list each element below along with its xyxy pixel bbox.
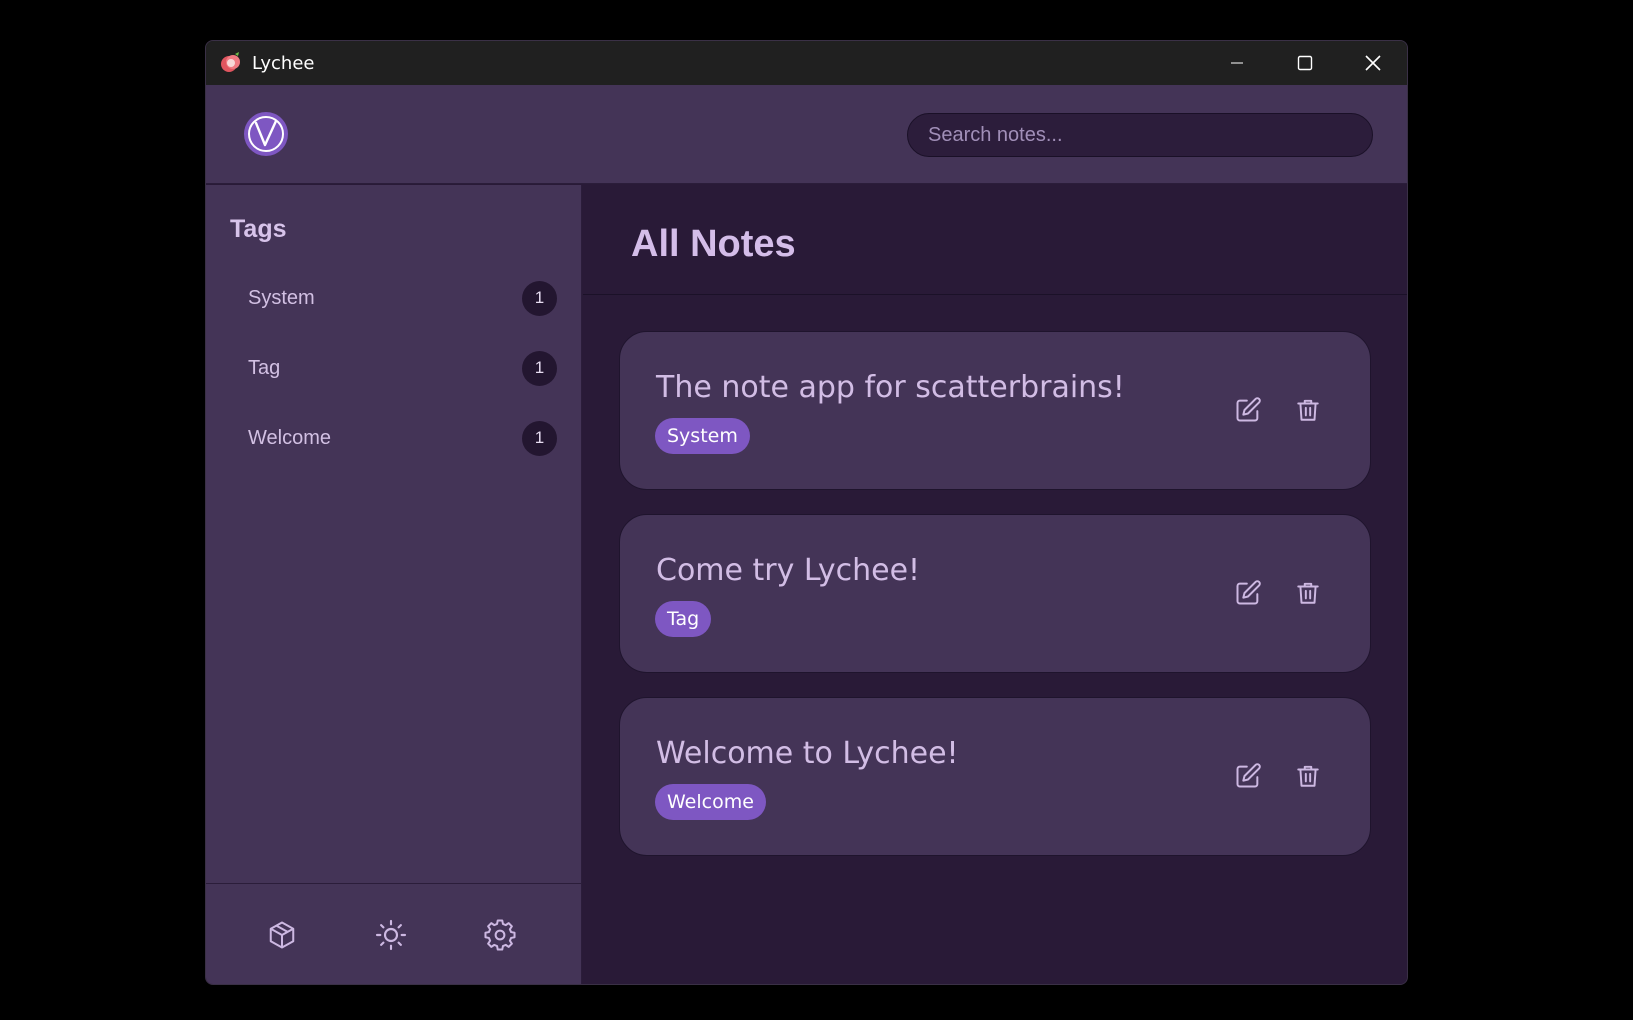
lychee-logo[interactable]: [243, 111, 289, 157]
note-card[interactable]: Come try Lychee! Tag: [619, 514, 1371, 673]
app-header: [206, 85, 1407, 184]
note-card[interactable]: Welcome to Lychee! Welcome: [619, 697, 1371, 856]
notes-list: The note app for scatterbrains! System C…: [619, 331, 1371, 880]
minimize-icon: [1231, 62, 1243, 64]
delete-note-button[interactable]: [1292, 760, 1324, 792]
main-content: All Notes The note app for scatterbrains…: [583, 185, 1407, 984]
lychee-fruit-icon: [218, 50, 244, 76]
edit-note-button[interactable]: [1232, 760, 1264, 792]
note-tag-badge[interactable]: Welcome: [655, 784, 766, 820]
edit-icon: [1236, 580, 1261, 605]
title-bar[interactable]: Lychee: [206, 41, 1407, 85]
close-icon: [1365, 55, 1381, 71]
edit-icon: [1236, 397, 1261, 422]
sidebar-footer: [206, 883, 581, 984]
search-input[interactable]: [907, 113, 1373, 157]
note-tag-badge[interactable]: Tag: [655, 601, 712, 637]
tag-count-badge: 1: [522, 350, 557, 386]
edit-note-button[interactable]: [1232, 577, 1264, 609]
package-button[interactable]: [264, 917, 300, 953]
sidebar: Tags System 1 Tag 1 Welcome 1: [206, 185, 582, 984]
main-header: All Notes: [583, 185, 1407, 295]
edit-icon: [1236, 763, 1261, 788]
note-card[interactable]: The note app for scatterbrains! System: [619, 331, 1371, 490]
tag-label: Tag: [248, 356, 281, 379]
sidebar-tag-system[interactable]: System 1: [226, 263, 557, 333]
note-tag-badge[interactable]: System: [655, 418, 750, 454]
sidebar-tag-welcome[interactable]: Welcome 1: [226, 403, 557, 473]
trash-icon: [1297, 765, 1319, 787]
close-button[interactable]: [1339, 41, 1407, 85]
tag-count-badge: 1: [522, 280, 557, 316]
maximize-button[interactable]: [1271, 41, 1339, 85]
tag-list: System 1 Tag 1 Welcome 1: [226, 263, 557, 473]
note-title: Come try Lychee!: [656, 553, 921, 588]
trash-icon: [1297, 582, 1319, 604]
page-title: All Notes: [631, 223, 796, 265]
edit-note-button[interactable]: [1232, 394, 1264, 426]
minimize-button[interactable]: [1203, 41, 1271, 85]
tag-label: Welcome: [248, 426, 331, 449]
app-window: Lychee Tags System: [205, 40, 1408, 985]
sun-icon: [375, 919, 407, 951]
maximize-icon: [1297, 55, 1313, 71]
settings-gear-icon: [484, 919, 516, 951]
theme-toggle-button[interactable]: [373, 917, 409, 953]
tags-heading: Tags: [230, 215, 287, 243]
sidebar-tag-tag[interactable]: Tag 1: [226, 333, 557, 403]
package-icon: [269, 921, 295, 949]
note-title: Welcome to Lychee!: [656, 736, 959, 771]
delete-note-button[interactable]: [1292, 577, 1324, 609]
tag-count-badge: 1: [522, 420, 557, 456]
note-title: The note app for scatterbrains!: [656, 370, 1125, 405]
trash-icon: [1297, 399, 1319, 421]
window-title: Lychee: [252, 52, 315, 74]
settings-button[interactable]: [482, 917, 518, 953]
delete-note-button[interactable]: [1292, 394, 1324, 426]
tag-label: System: [248, 286, 315, 309]
